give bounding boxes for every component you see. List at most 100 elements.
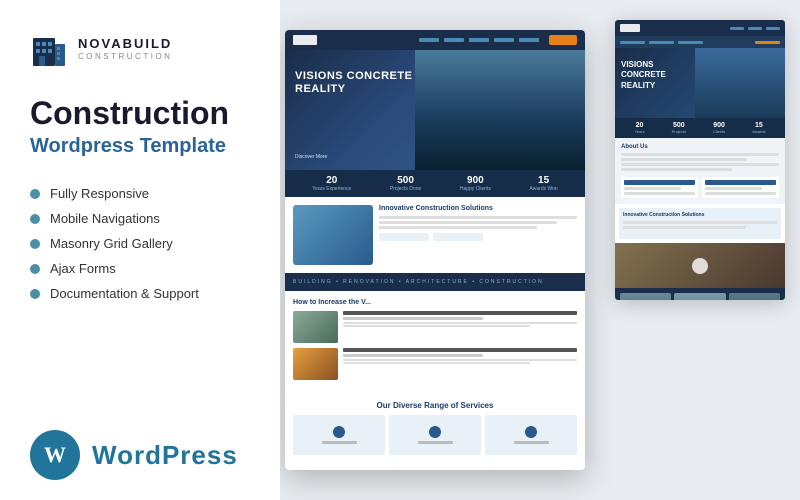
blog-meta-2: [343, 354, 483, 357]
right-about-title: About Us: [621, 144, 779, 150]
right-stat-num-1: 20: [636, 122, 644, 129]
right-col-line-4: [705, 192, 776, 195]
hero-line-2: REALITY: [295, 83, 412, 96]
blog-meta-1: [343, 317, 483, 320]
stat-projects: 500 Projects Done: [390, 175, 421, 192]
service-card-2: [389, 415, 481, 455]
text-line-1: [379, 216, 577, 219]
main-heading: Construction: [30, 96, 250, 131]
innovative-section: Innovative Construction Solutions: [285, 197, 585, 273]
blog-image-1: [293, 311, 338, 343]
blog-section-title: How to Increase the V...: [293, 299, 577, 306]
right-about: About Us: [615, 138, 785, 204]
right-col-line-2: [624, 192, 695, 195]
right-innovative: Innovative Construction Solutions: [619, 208, 781, 239]
team-member-1: [620, 293, 671, 300]
services-section: Our Diverse Range of Services: [285, 393, 585, 463]
front-mockup: VISIONS CONCRETE REALITY Discover More 2…: [285, 30, 585, 470]
blog-content-1: [343, 311, 577, 343]
bullet-dot-3: [30, 239, 40, 249]
blog-item-1: [293, 311, 577, 343]
right-stat-4: 15 Awards: [752, 122, 765, 134]
service-text-1: [322, 441, 357, 444]
right-two-col: [621, 177, 779, 198]
right-about-lines: [621, 153, 779, 171]
construction-worker-image: [615, 243, 785, 288]
right-nav-btn: [755, 41, 780, 44]
page-wrapper: NOVABUILD CONSTRUCTION Construction Word…: [0, 0, 800, 500]
right-col-1: [621, 177, 698, 198]
service-icon-2: [429, 426, 441, 438]
section-image: [293, 205, 373, 265]
r-line-3: [621, 163, 779, 166]
right-panel: VISIONS CONCRETE REALITY Discover More 2…: [280, 0, 800, 500]
front-nav-items: [419, 38, 539, 42]
blog-content-2: [343, 348, 577, 380]
right-nav-1: [730, 27, 744, 30]
right-header-nav: [730, 27, 780, 30]
blog-desc-line-1: [343, 322, 577, 324]
stat-projects-lbl: Projects Done: [390, 186, 421, 192]
right-stat-lbl-3: Clients: [713, 129, 725, 134]
right-stat-3: 900 Clients: [713, 122, 725, 134]
features-list: Fully Responsive Mobile Navigations Maso…: [30, 186, 250, 301]
right-hero-text: VISIONS CONCRETE REALITY: [621, 60, 666, 91]
right-stat-num-4: 15: [755, 122, 763, 129]
service-icon-1: [333, 426, 345, 438]
right-team: [615, 288, 785, 300]
r-line-2: [621, 158, 747, 161]
feature-item-ajax-forms: Ajax Forms: [30, 261, 250, 276]
building-icon: [30, 30, 68, 68]
right-mockup: VISIONS CONCRETE REALITY 20 Years 500 Pr…: [615, 20, 785, 300]
right-innovative-title: Innovative Construction Solutions: [623, 212, 777, 218]
service-icon-3: [525, 426, 537, 438]
team-member-2: [674, 293, 725, 300]
right-stat-num-2: 500: [673, 122, 685, 129]
right-stat-2: 500 Projects: [672, 122, 686, 134]
feature-item-fully-responsive: Fully Responsive: [30, 186, 250, 201]
right-nav-2: [748, 27, 762, 30]
right-nav-3: [766, 27, 780, 30]
brand-text: NOVABUILD CONSTRUCTION: [78, 37, 172, 60]
service-text-3: [514, 441, 549, 444]
hero-text: VISIONS CONCRETE REALITY: [295, 70, 412, 96]
stat-projects-num: 500: [397, 175, 414, 186]
front-stats-bar: 20 Years Experience 500 Projects Done 90…: [285, 170, 585, 197]
brand-sub: CONSTRUCTION: [78, 52, 172, 61]
right-stat-lbl-4: Awards: [752, 129, 765, 134]
right-mockup-header: [615, 20, 785, 36]
front-header-logo: [293, 35, 317, 45]
front-nav-item-4: [494, 38, 514, 42]
services-title: Our Diverse Range of Services: [293, 401, 577, 410]
team-member-3: [729, 293, 780, 300]
right-col-header-2: [705, 180, 776, 185]
right-stat-num-3: 900: [713, 122, 725, 129]
ri-line-2: [623, 226, 746, 229]
right-header-logo: [620, 24, 640, 32]
play-button[interactable]: [692, 258, 708, 274]
right-col-2: [702, 177, 779, 198]
brand-logo: NOVABUILD CONSTRUCTION: [30, 30, 250, 68]
section-title: Innovative Construction Solutions: [379, 205, 577, 212]
blog-desc-line-2: [343, 325, 530, 327]
stat-clients-lbl: Happy Clients: [460, 186, 491, 192]
wordpress-logo-circle: W: [30, 430, 80, 480]
blog-desc-1: [343, 322, 577, 327]
service-text-2: [418, 441, 453, 444]
feature-item-mobile-navigations: Mobile Navigations: [30, 211, 250, 226]
bullet-dot-1: [30, 189, 40, 199]
feature-label-4: Ajax Forms: [50, 261, 116, 276]
blog-item-2: [293, 348, 577, 380]
blog-desc-line-3: [343, 359, 577, 361]
stat-years: 20 Years Experience: [312, 175, 351, 192]
text-line-3: [379, 226, 537, 229]
section-lines: [379, 216, 577, 229]
icon-chip-1: [379, 233, 429, 241]
blog-title-text-2: [343, 348, 577, 352]
right-nav-item-1: [620, 41, 645, 44]
right-hero-line-3: REALITY: [621, 81, 666, 91]
r-line-4: [621, 168, 732, 171]
right-nav-item-2: [649, 41, 674, 44]
bullet-dot-5: [30, 289, 40, 299]
hero-building: [415, 50, 585, 170]
